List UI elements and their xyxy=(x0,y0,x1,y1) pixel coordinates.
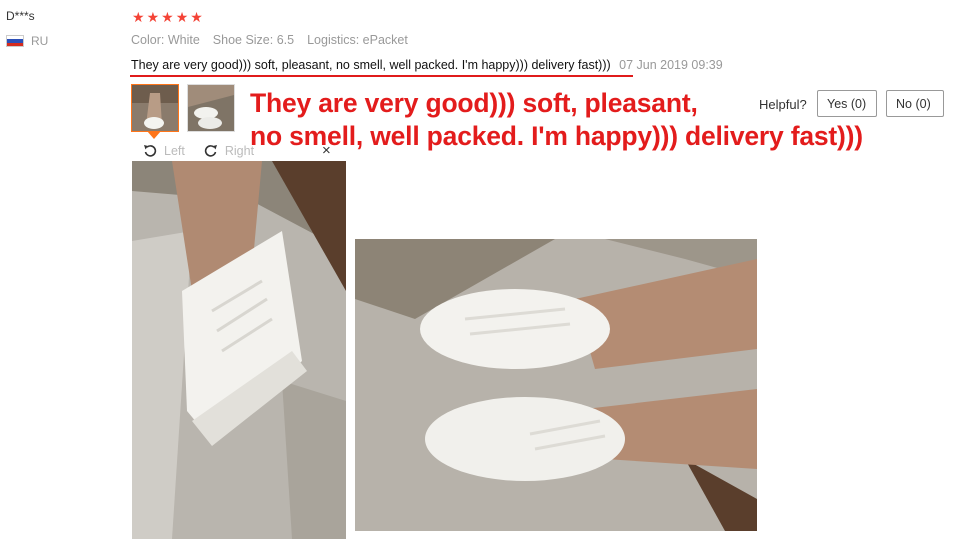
selected-thumbnail-caret xyxy=(147,131,161,139)
star-icon: ★ xyxy=(146,9,160,25)
attr-logistics: Logistics: ePacket xyxy=(307,33,408,47)
review-date: 07 Jun 2019 09:39 xyxy=(619,58,723,72)
star-icon: ★ xyxy=(190,9,203,25)
star-icon: ★ xyxy=(161,9,174,25)
rotate-left-button[interactable]: Left xyxy=(142,143,185,159)
review-photo-thumbnail-1[interactable] xyxy=(131,84,179,132)
review-photo-large xyxy=(132,161,346,539)
attr-color: Color: White xyxy=(131,33,200,47)
star-icon: ★ xyxy=(175,9,189,25)
review-text: They are very good))) soft, pleasant, no… xyxy=(131,58,611,72)
review-photo-thumbnail-2[interactable] xyxy=(187,84,235,132)
attr-size: Shoe Size: 6.5 xyxy=(212,33,295,47)
rotate-right-icon xyxy=(204,145,217,157)
reviewer-country: RU xyxy=(6,34,48,48)
russia-flag-icon xyxy=(6,35,24,47)
rotate-left-icon xyxy=(144,145,157,157)
country-code: RU xyxy=(31,34,49,48)
helpful-label: Helpful? xyxy=(759,97,807,112)
helpful-yes-button[interactable]: Yes (0) xyxy=(817,90,877,117)
rotate-left-label: Left xyxy=(164,144,185,158)
review-photo-large xyxy=(355,239,757,531)
review-content: They are very good))) soft, pleasant, no… xyxy=(131,58,723,72)
helpful-no-button[interactable]: No (0) xyxy=(886,90,944,117)
overlay-line-2: no smell, well packed. I'm happy))) deli… xyxy=(250,121,863,151)
reviewer-name: D***s xyxy=(6,9,35,23)
star-icon: ★ xyxy=(132,9,145,25)
star-rating: ★ ★ ★ ★ ★ xyxy=(132,9,203,25)
product-attributes: Color: White Shoe Size: 6.5 Logistics: e… xyxy=(131,33,408,47)
review-underline-annotation xyxy=(130,75,633,77)
rotate-right-button[interactable]: Right xyxy=(203,143,254,159)
